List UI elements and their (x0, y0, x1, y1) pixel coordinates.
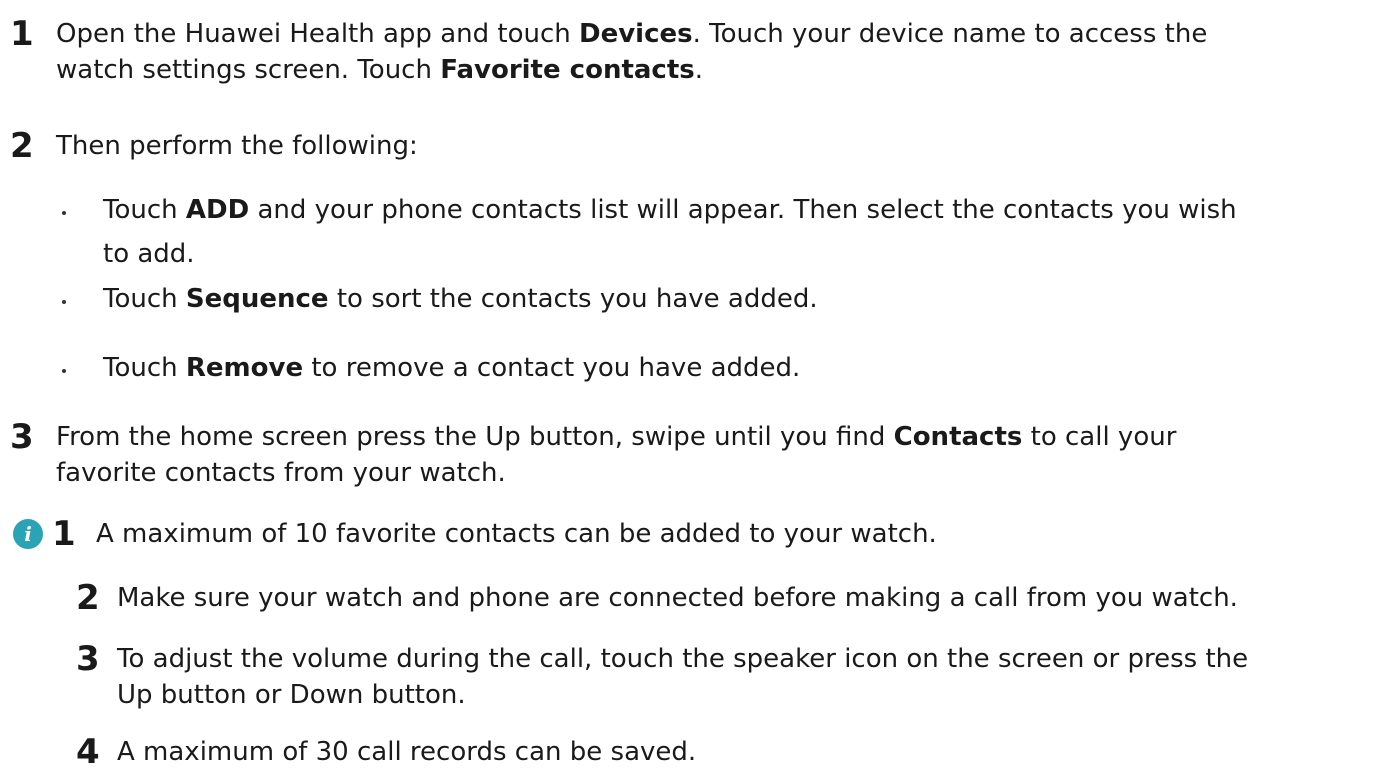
step-number: 2 (10, 126, 34, 166)
note-number: 4 (76, 732, 100, 772)
step-text-line: Open the Huawei Health app and touch Dev… (56, 19, 1208, 49)
step-text-line: favorite contacts from your watch. (56, 458, 506, 488)
bullet-dot (62, 211, 66, 215)
step-text-line: Then perform the following: (56, 131, 418, 161)
bullet-text-line: Touch Sequence to sort the contacts you … (103, 284, 818, 314)
bullet-text-line: Touch ADD and your phone contacts list w… (103, 195, 1237, 225)
bullet-text-line: to add. (103, 239, 195, 269)
note-number: 1 (52, 514, 76, 554)
bullet-dot (62, 300, 66, 304)
note-text-line: A maximum of 10 favorite contacts can be… (96, 519, 937, 549)
note-text-line: Up button or Down button. (117, 680, 466, 710)
note-text-line: To adjust the volume during the call, to… (117, 644, 1249, 674)
step-number: 1 (10, 14, 34, 54)
note-number: 3 (76, 639, 100, 679)
step-text-line: watch settings screen. Touch Favorite co… (56, 55, 704, 85)
bullet-dot (62, 369, 66, 373)
bullet-text-line: Touch Remove to remove a contact you hav… (103, 353, 801, 383)
note-number: 2 (76, 578, 100, 618)
note-text-line: A maximum of 30 call records can be save… (117, 737, 697, 767)
step-number: 3 (10, 417, 34, 457)
note-text-line: Make sure your watch and phone are conne… (117, 583, 1238, 613)
step-text-line: From the home screen press the Up button… (56, 422, 1177, 452)
info-icon: i (13, 519, 43, 549)
